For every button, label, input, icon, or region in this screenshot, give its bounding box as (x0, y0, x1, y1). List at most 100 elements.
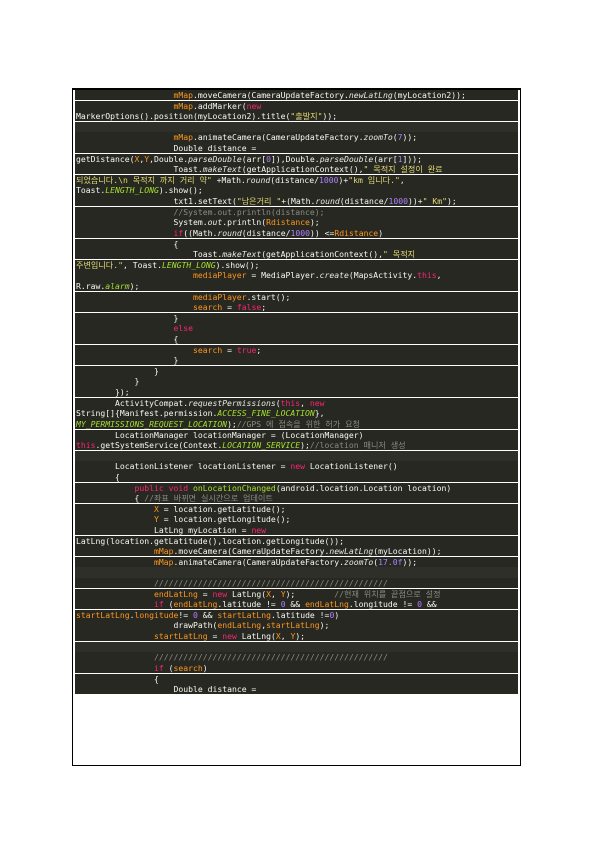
code-token: ); (319, 620, 330, 631)
code-line: txt1.setText("남은거리 "+(Math.round(distanc… (75, 196, 518, 207)
code-token: round (245, 174, 271, 185)
code-token: new (246, 100, 262, 111)
code-line: search = true; (75, 344, 518, 355)
code-block: mMap.moveCamera(CameraUpdateFactory.newL… (75, 90, 518, 695)
code-token: new (290, 461, 306, 472)
code-line: 되었습니다.\n 목적지 까지 거리 약" +Math.round(distan… (75, 174, 518, 186)
code-token: ) (202, 662, 208, 673)
code-token: (distance/ (270, 174, 320, 185)
code-token: round (217, 227, 242, 238)
code-line: } (75, 312, 518, 324)
code-token: (distance/ (241, 227, 291, 238)
code-token: +Math. (211, 174, 246, 185)
code-token: ,Double. (149, 153, 189, 164)
code-line: mMap.addMarker(new (75, 100, 518, 111)
code-token: .getSystemService(Context. (95, 440, 223, 451)
code-token: = (207, 631, 223, 642)
code-token: parseDouble (188, 153, 242, 164)
code-token: startLatLng (217, 609, 271, 620)
code-line: drawPath(endLatLng,startLatLng); (75, 620, 518, 631)
code-token: (MapsActivity. (348, 270, 418, 281)
code-token: = (222, 302, 237, 313)
code-line: ActivityCompat.requestPermissions(this, … (75, 397, 518, 408)
code-token: zoomTo (344, 556, 374, 567)
code-token: ACCESS_FINE_LOCATION (217, 408, 315, 419)
code-line: Double distance = (75, 143, 518, 154)
code-token: LatLng( (236, 631, 276, 642)
code-line: } (75, 376, 518, 387)
code-token: Toast. (173, 164, 203, 175)
code-token: { (114, 471, 120, 482)
code-token: )+ (338, 174, 349, 185)
code-line: MarkerOptions().position(myLocation2).ti… (75, 111, 518, 122)
code-line: { (75, 673, 518, 684)
code-token: ); (309, 217, 320, 228)
code-line: mediaPlayer = MediaPlayer.create(MapsAct… (75, 270, 518, 281)
code-token: (arr[ (241, 153, 267, 164)
code-line: Toast.makeText(getApplicationContext(),"… (75, 249, 518, 260)
code-token: new (251, 524, 267, 535)
code-token: Rdistance (334, 227, 379, 238)
code-token: , (300, 397, 310, 408)
code-token: ); (227, 418, 237, 429)
code-line: ////////////////////////////////////////… (75, 578, 518, 589)
code-token: , (270, 588, 281, 599)
code-token: ))+ (407, 196, 423, 207)
code-token: && (285, 599, 306, 610)
code-line: 주변입니다.", Toast.LENGTH_LONG).show(); (75, 259, 518, 270)
code-token: )) <= (309, 227, 335, 238)
code-token: Toast. (192, 249, 223, 260)
code-token: //System.out.println(distance); (173, 206, 325, 217)
code-token: if (153, 599, 164, 610)
code-token: newLatLng (348, 90, 393, 100)
code-token: } (173, 312, 179, 323)
code-line: LocationListener locationListener = new … (75, 461, 518, 472)
code-token: new (212, 588, 228, 599)
code-token: && (422, 599, 437, 610)
code-token: mMap (173, 100, 193, 111)
code-line (75, 450, 518, 461)
code-token: Double distance = (173, 684, 257, 695)
code-token: { (173, 238, 179, 249)
code-token: ////////////////////////////////////////… (153, 578, 388, 589)
code-token: }); (114, 387, 130, 398)
code-token: ; (261, 302, 267, 313)
code-token: true (236, 344, 257, 355)
code-line: mMap.moveCamera(CameraUpdateFactory.newL… (75, 546, 518, 557)
code-token: ( (163, 662, 174, 673)
code-token: != (178, 609, 193, 620)
code-token: (myLocation2)); (392, 90, 466, 100)
code-token: else (173, 323, 193, 334)
code-token: && (197, 609, 218, 620)
code-token: false (236, 302, 262, 313)
code-token: startLatLng (266, 620, 320, 631)
code-token: MarkerOptions().position(myLocation2).ti… (76, 111, 291, 122)
code-token: search (192, 344, 223, 355)
code-token: this (417, 270, 437, 281)
code-token: .latitude != (217, 599, 281, 610)
code-token: mMap (173, 90, 193, 100)
code-token: startLatLng (76, 609, 130, 620)
code-token: .moveCamera(CameraUpdateFactory. (173, 546, 330, 557)
code-token: endLatLng (173, 599, 218, 610)
code-line: if (endLatLng.latitude != 0 && endLatLng… (75, 599, 518, 610)
code-token: onLocationChanged (192, 482, 276, 493)
code-line: { (75, 471, 518, 483)
code-token: LatLng myLocation = (153, 524, 252, 535)
code-token: } (153, 365, 159, 376)
code-token: "km 입니다." (348, 174, 400, 185)
code-token: out (207, 217, 223, 228)
code-token: create (319, 270, 349, 281)
